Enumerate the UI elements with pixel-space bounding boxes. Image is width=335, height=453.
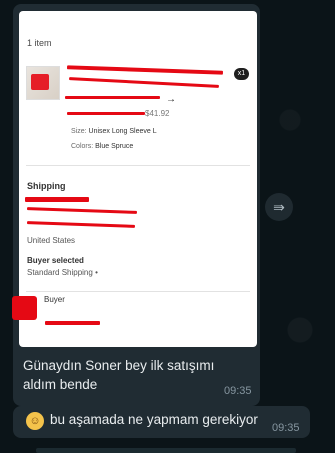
shipping-method-row: Standard Shipping •: [27, 268, 98, 277]
smiling-face-icon: ☺: [26, 412, 44, 430]
shipping-title: Shipping: [27, 181, 66, 191]
address-redaction-1: [26, 207, 138, 214]
message-text: Günaydın Soner bey ilk satışımı aldım be…: [23, 358, 215, 392]
input-strip: [36, 448, 296, 453]
colors-value: Blue Spruce: [95, 143, 134, 150]
forward-icon[interactable]: ⇛: [265, 193, 293, 221]
thumbnail-redaction: [31, 74, 49, 90]
address-redaction-2: [26, 221, 136, 228]
shipping-country: United States: [27, 236, 76, 245]
size-value: Unisex Long Sleeve L: [88, 128, 157, 135]
quantity-badge: x1: [234, 68, 249, 80]
title-redaction-1: [66, 65, 224, 75]
title-redaction-3: [65, 96, 160, 99]
colors-row: Colors: Blue Spruce: [71, 143, 133, 150]
divider: [26, 165, 250, 166]
item-price: $41.92: [145, 109, 170, 118]
message-text: bu aşamada ne yapmam gerekiyor: [50, 412, 258, 427]
divider: [26, 291, 250, 292]
buyer-label: Buyer: [44, 295, 65, 304]
items-count: 1 item: [27, 38, 52, 48]
size-label: Size:: [71, 128, 87, 135]
price-redaction: [67, 112, 145, 115]
buyer-selected-title: Buyer selected: [27, 256, 84, 265]
buyer-name-redaction: [45, 321, 100, 325]
message-time: 09:35: [224, 385, 252, 397]
message-time: 09:35: [272, 422, 300, 434]
title-redaction-2: [69, 77, 219, 88]
shipping-bullet: •: [95, 268, 98, 277]
colors-label: Colors:: [71, 143, 94, 150]
arrow-right-icon: →: [166, 94, 176, 105]
name-redaction: [25, 197, 89, 202]
shipping-method: Standard Shipping: [27, 268, 93, 277]
size-row: Size: Unisex Long Sleeve L: [71, 128, 157, 135]
buyer-avatar-redaction: [12, 296, 37, 320]
